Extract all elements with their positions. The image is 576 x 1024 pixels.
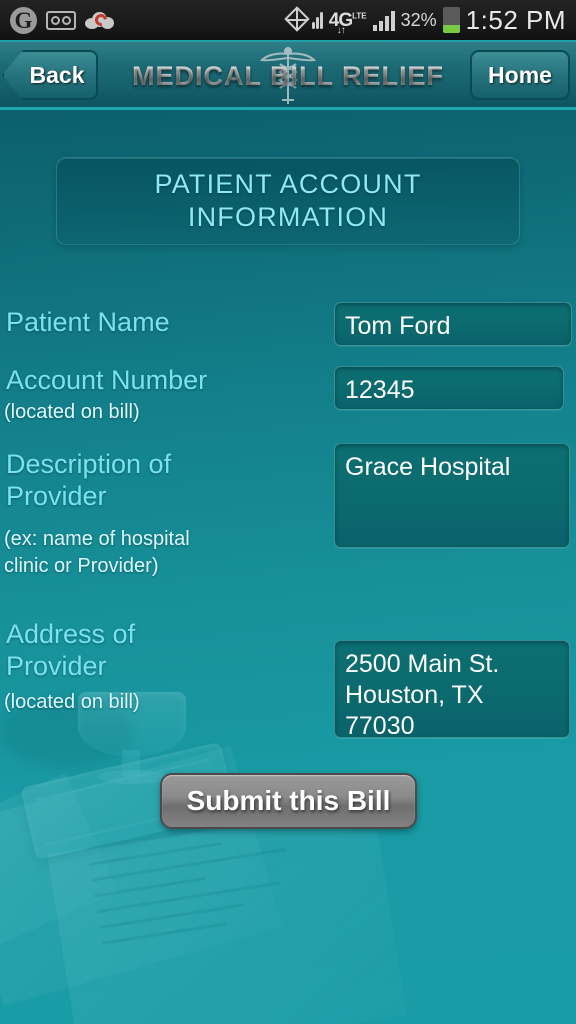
address-of-provider-value-line1: 2500 Main St. — [345, 650, 500, 678]
gps-icon — [284, 6, 310, 32]
app-screen: G 4GLTE ↓↑ 32% 1:52 PM MEDICAL BILL RELI… — [0, 0, 576, 1024]
battery-icon — [442, 7, 460, 33]
page-title-line2: INFORMATION — [187, 202, 389, 232]
home-button[interactable]: Home — [470, 50, 570, 100]
clock-label: 1:52 PM — [465, 4, 566, 35]
description-of-provider-label-line1: Description of — [6, 449, 172, 479]
voicemail-icon — [46, 10, 76, 30]
app-title: MEDICAL BILL RELIEF — [131, 60, 444, 91]
address-of-provider-label-line2: Provider — [6, 651, 107, 681]
patient-name-value: Tom Ford — [345, 312, 451, 340]
description-of-provider-value: Grace Hospital — [345, 453, 511, 481]
address-of-provider-input[interactable]: 2500 Main St. Houston, TX 77030 — [334, 640, 570, 738]
status-bar-right-icons: 4GLTE ↓↑ 32% 1:52 PM — [284, 4, 566, 36]
status-bar-left-icons: G — [10, 6, 115, 34]
patient-name-label: Patient Name — [6, 307, 170, 337]
account-number-value: 12345 — [345, 376, 415, 404]
signal-bars-icon — [372, 9, 395, 31]
gps-waves-icon — [311, 11, 323, 29]
address-of-provider-label-line1: Address of — [6, 619, 136, 649]
submit-bill-button-label: Submit this Bill — [186, 785, 391, 816]
data-transfer-arrows: ↓↑ — [336, 24, 346, 36]
submit-bill-button[interactable]: Submit this Bill — [160, 773, 417, 829]
account-number-hint: (located on bill) — [4, 401, 140, 423]
network-type-indicator: 4GLTE ↓↑ — [329, 11, 367, 36]
page-content: PATIENT ACCOUNT INFORMATION Patient Name… — [0, 110, 576, 1024]
address-of-provider-hint: (located on bill) — [4, 691, 140, 713]
description-of-provider-hint-line1: (ex: name of hospital — [4, 528, 190, 550]
battery-percent-label: 32% — [400, 9, 437, 30]
description-of-provider-hint-line2: clinic or Provider) — [4, 555, 159, 577]
description-of-provider-input[interactable]: Grace Hospital — [334, 443, 570, 548]
home-button-label: Home — [488, 61, 552, 88]
network-suffix-label: LTE — [352, 11, 367, 21]
account-number-label: Account Number — [6, 365, 208, 395]
patient-name-input[interactable]: Tom Ford — [334, 302, 572, 346]
google-icon: G — [10, 6, 37, 34]
sync-cloud-icon — [85, 10, 115, 30]
back-button-label: Back — [29, 61, 85, 88]
description-of-provider-label-line2: Provider — [6, 481, 107, 511]
address-of-provider-value-line2: Houston, TX 77030 — [345, 681, 484, 738]
status-bar: G 4GLTE ↓↑ 32% 1:52 PM — [0, 0, 576, 42]
page-title-line1: PATIENT ACCOUNT — [154, 169, 422, 199]
app-header: MEDICAL BILL RELIEF Back Home — [0, 42, 576, 110]
account-number-input[interactable]: 12345 — [334, 366, 564, 410]
page-title-panel: PATIENT ACCOUNT INFORMATION — [56, 157, 520, 245]
